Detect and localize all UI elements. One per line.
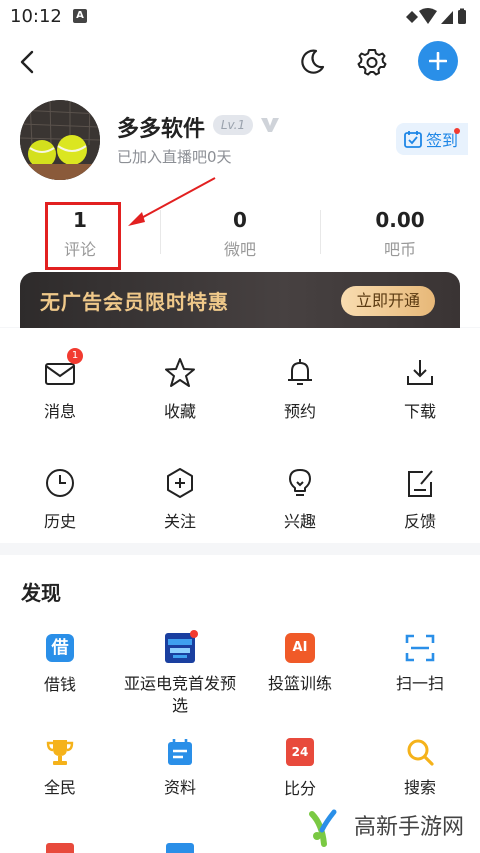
discover-item-all[interactable]: 全民 [0,737,120,799]
edit-icon [408,470,433,497]
username: 多多软件 [117,117,206,142]
discover-item-search[interactable]: 搜索 [360,737,480,799]
bulb-icon [289,469,311,496]
grid-label: 关注 [163,512,196,531]
star-icon [165,358,195,387]
level-badge: Lv.1 [213,115,253,135]
discover-item-esports[interactable]: 亚运电竞首发预选 [120,630,240,717]
vip-title: 无广告会员限时特惠 [40,290,229,314]
grid-label: 消息 [43,402,76,421]
borrow-icon: 借 [46,634,74,662]
calendar-icon [168,739,192,765]
grid-label: 历史 [43,512,76,531]
message-count-badge: 1 [67,348,83,364]
profile-subtitle: 已加入直播吧0天 [117,148,232,166]
grid-label: 反馈 [403,512,436,531]
trophy-icon [46,740,74,765]
signin-dot [454,128,460,134]
system-icons [406,8,466,24]
watermark-text: 高新手游网 [354,814,465,840]
annotation-highlight-box [45,202,121,270]
scan-icon [405,634,435,662]
grid-item-history[interactable]: 历史 [0,466,120,532]
discover-label: 亚运电竞首发预选 [124,674,237,715]
discover-label: 全民 [43,778,76,797]
esports-icon [165,633,195,663]
grid-item-feedback[interactable]: 反馈 [360,466,480,532]
grid-label: 兴趣 [283,512,316,531]
discover-label: 借钱 [43,675,76,694]
vip-banner[interactable]: 无广告会员限时特惠 立即开通 [20,272,460,328]
function-grid: 1 消息 收藏 预约 下载 历史 关注 兴趣 反馈 [0,328,480,543]
night-mode-button[interactable] [292,42,332,82]
grid-item-favorites[interactable]: 收藏 [120,356,240,422]
watermark-logo-icon [302,804,344,847]
search-icon [407,739,434,766]
grid-item-reservations[interactable]: 预约 [240,356,360,422]
status-time: 10:12 [10,6,62,27]
signin-icon [404,131,422,148]
back-arrow-icon [20,50,34,74]
tennis-balls-image [20,100,100,180]
discover-item-borrow[interactable]: 借 借钱 [0,633,120,696]
clock-icon [46,469,74,497]
moon-icon [301,49,325,74]
avatar[interactable] [20,100,100,180]
discover-item-shooting[interactable]: AI 投篮训练 [240,633,360,695]
score-icon: 24 [286,738,314,766]
hexagon-plus-icon [167,468,193,498]
discover-label: 资料 [163,778,196,797]
watermark: 高新手游网 [298,796,480,853]
discover-item-score[interactable]: 24 比分 [240,737,360,800]
grid-item-downloads[interactable]: 下载 [360,356,480,422]
more-item-icon[interactable] [166,843,194,853]
discover-label: 扫一扫 [395,674,444,693]
grid-item-interests[interactable]: 兴趣 [240,466,360,532]
v-badge-icon [261,118,279,132]
annotation-arrow-icon [128,177,216,226]
discover-item-data[interactable]: 资料 [120,737,240,799]
notification-icon: A [73,9,87,23]
ai-icon: AI [285,633,315,663]
vip-open-button[interactable]: 立即开通 [341,286,435,316]
more-item-icon[interactable] [46,843,74,853]
add-button[interactable] [418,41,458,81]
bell-icon [288,359,312,385]
grid-item-messages[interactable]: 1 消息 [0,348,120,422]
stat-coins[interactable]: 0.00 吧币 [320,198,480,268]
back-button[interactable] [8,42,48,82]
discover-label: 投篮训练 [267,674,332,693]
stat-value: 0.00 [375,208,425,232]
stat-label: 吧币 [383,240,416,259]
download-icon [407,360,433,385]
grid-label: 下载 [403,402,436,421]
settings-button[interactable] [352,42,392,82]
new-dot [190,630,198,638]
plus-icon [429,52,447,70]
status-bar: 10:12 A [0,0,480,34]
discover-item-scan[interactable]: 扫一扫 [360,633,480,695]
grid-label: 收藏 [163,402,196,421]
discover-title: 发现 [21,581,61,605]
grid-item-follow[interactable]: 关注 [120,466,240,532]
gear-icon [357,49,387,76]
stat-label: 微吧 [223,240,256,259]
grid-label: 预约 [283,402,316,421]
signin-button[interactable]: 签到 [396,123,468,155]
